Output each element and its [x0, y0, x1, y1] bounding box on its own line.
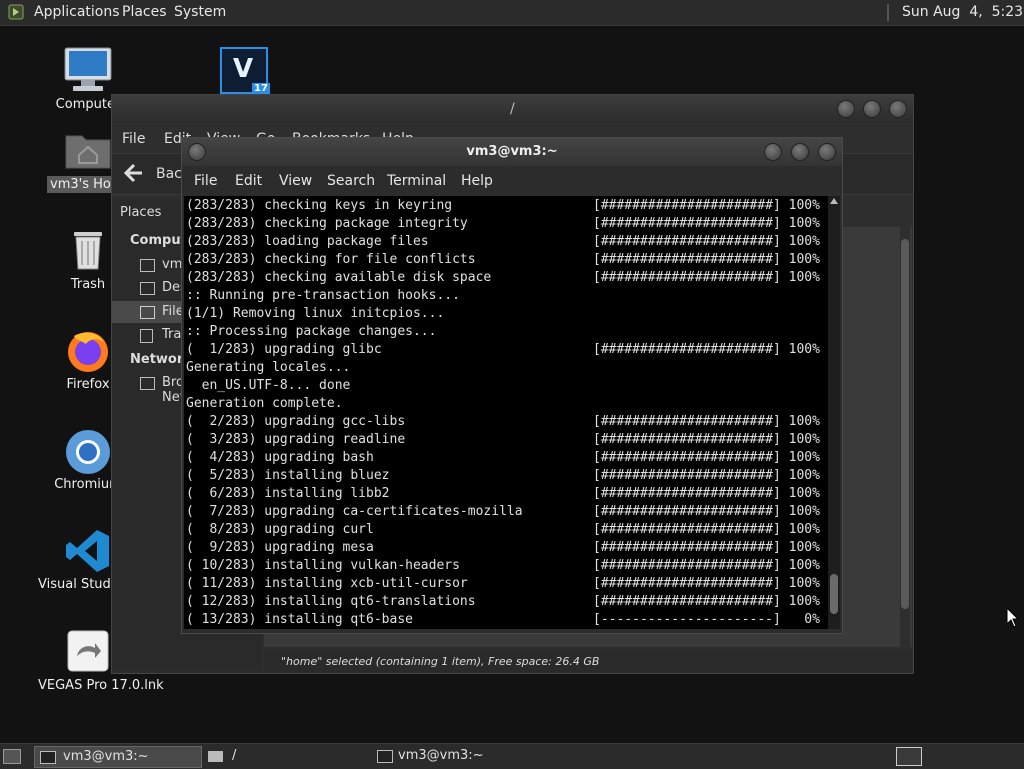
- scrollbar-thumb[interactable]: [901, 239, 909, 609]
- chromium-icon: [66, 430, 110, 474]
- shortcut-icon: [67, 630, 109, 672]
- back-arrow-icon: [123, 163, 142, 183]
- clock[interactable]: Sun Aug 4, 5:23 PM: [902, 4, 1024, 20]
- desktop-icon-label: VEGAS Pro 17.0.lnk: [38, 678, 164, 693]
- bottom-panel: vm3@vm3:~ / vm3@vm3:~: [0, 743, 1024, 769]
- terminal-titlebar[interactable]: vm3@vm3:~: [182, 138, 842, 166]
- vegas-letter: V: [233, 54, 254, 84]
- close-button[interactable]: [818, 143, 836, 161]
- minimize-button[interactable]: [764, 143, 782, 161]
- status-text: "home" selected (containing 1 item), Fre…: [281, 655, 600, 668]
- maximize-button[interactable]: [863, 100, 881, 118]
- panel-separator: [887, 4, 889, 21]
- minimize-button[interactable]: [837, 100, 855, 118]
- drive-icon: [140, 306, 155, 319]
- maximize-button[interactable]: [791, 143, 809, 161]
- menu-places[interactable]: Places: [122, 4, 167, 20]
- status-bar: "home" selected (containing 1 item), Fre…: [264, 649, 912, 673]
- term-menu-edit[interactable]: Edit: [235, 173, 262, 189]
- term-menu-terminal[interactable]: Terminal: [387, 173, 446, 189]
- scrollbar-thumb[interactable]: [830, 574, 838, 614]
- taskbar-item-label: vm3@vm3:~: [398, 748, 484, 763]
- desktop-icon: [140, 282, 155, 295]
- terminal-title: vm3@vm3:~: [466, 144, 558, 159]
- show-desktop-icon[interactable]: [3, 749, 21, 764]
- close-button[interactable]: [889, 100, 907, 118]
- taskbar-item-file-manager[interactable]: /: [204, 746, 370, 766]
- vscode-icon: [66, 530, 109, 572]
- terminal-window[interactable]: vm3@vm3:~ File Edit View Search Terminal…: [181, 137, 843, 634]
- menu-system[interactable]: System: [174, 4, 226, 20]
- mouse-cursor-icon: [1006, 607, 1020, 628]
- folder-icon: [208, 751, 223, 762]
- terminal-menubar: File Edit View Search Terminal Help: [182, 168, 842, 194]
- taskbar-item-label: /: [232, 748, 237, 763]
- network-icon: [140, 377, 155, 390]
- workspace-switcher[interactable]: [896, 747, 922, 766]
- terminal-icon: [40, 751, 56, 764]
- file-view-scrollbar[interactable]: [900, 227, 910, 647]
- firefox-icon: [68, 332, 108, 372]
- taskbar-item-terminal[interactable]: vm3@vm3:~: [374, 746, 540, 766]
- vegas-version: 17: [252, 83, 270, 94]
- terminal-icon: [377, 750, 393, 763]
- sidebar-header: Places: [120, 205, 162, 220]
- terminal-output[interactable]: (283/283) checking keys in keyring [####…: [184, 196, 828, 629]
- taskbar-item-label: vm3@vm3:~: [63, 749, 149, 764]
- taskbar-item-terminal-active[interactable]: vm3@vm3:~: [34, 746, 202, 768]
- home-folder-icon: [65, 135, 111, 169]
- term-menu-view[interactable]: View: [279, 173, 312, 189]
- term-menu-file[interactable]: File: [194, 173, 217, 189]
- terminal-menu-button[interactable]: [188, 143, 206, 161]
- terminal-scrollbar[interactable]: [828, 196, 840, 629]
- fm-menu-file[interactable]: File: [122, 131, 145, 147]
- computer-icon: [64, 47, 112, 91]
- home-icon: [140, 259, 155, 272]
- distro-logo-icon[interactable]: [8, 4, 24, 20]
- vegas-app-icon[interactable]: V 17: [220, 47, 270, 94]
- file-manager-titlebar[interactable]: /: [112, 95, 913, 123]
- scroll-up-icon[interactable]: [830, 198, 838, 204]
- top-panel: Applications Places System Sun Aug 4, 5:…: [0, 0, 1024, 26]
- trash-icon: [74, 232, 102, 270]
- term-menu-search[interactable]: Search: [327, 173, 375, 189]
- term-menu-help[interactable]: Help: [461, 173, 493, 189]
- menu-applications[interactable]: Applications: [34, 4, 120, 20]
- terminal-text: (283/283) checking keys in keyring [####…: [186, 198, 820, 627]
- file-manager-title: /: [510, 101, 515, 117]
- trash-icon: [140, 329, 153, 343]
